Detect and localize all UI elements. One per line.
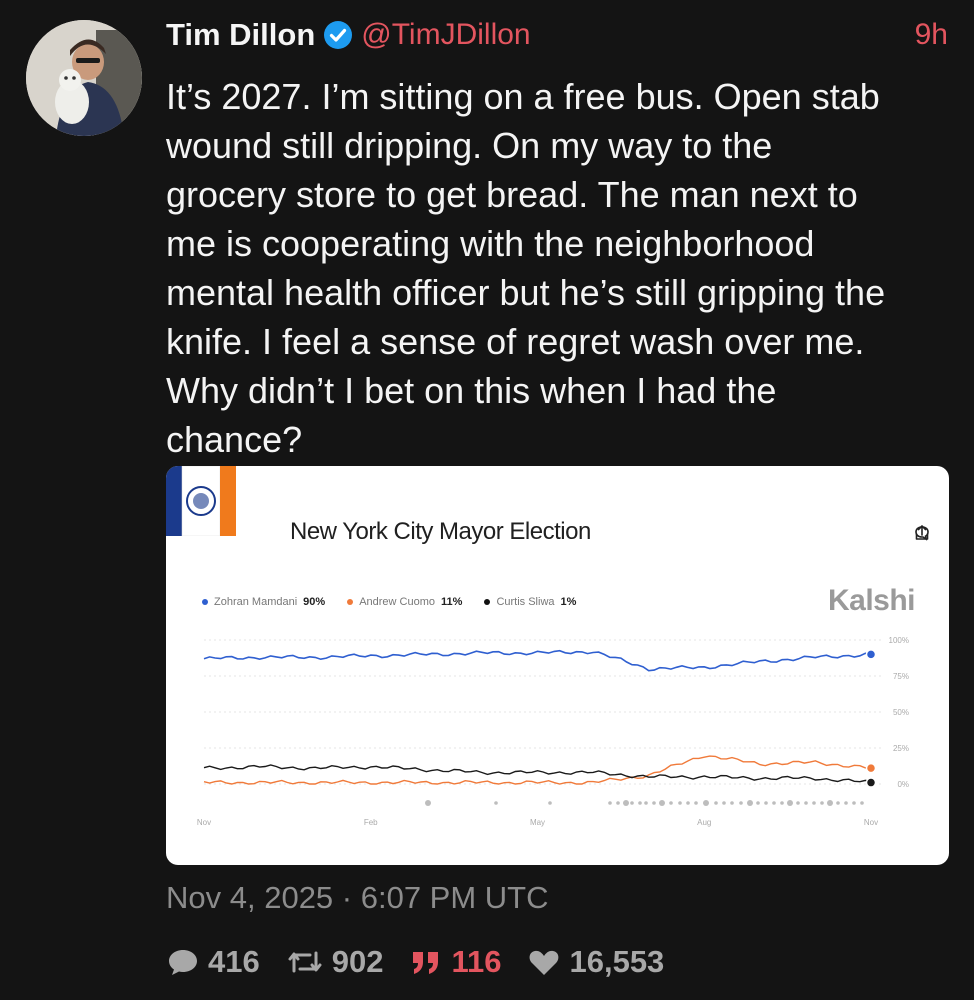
event-marker — [630, 801, 634, 805]
event-marker — [739, 801, 743, 805]
series-line-sliwa — [203, 764, 872, 783]
event-marker — [623, 800, 629, 806]
event-marker — [780, 801, 784, 805]
event-marker — [722, 801, 726, 805]
series-line-mamdani — [203, 649, 872, 672]
quote-button[interactable]: 116 — [409, 944, 501, 980]
heart-icon — [530, 950, 559, 975]
quote-count: 116 — [451, 944, 502, 979]
event-marker — [686, 801, 690, 805]
event-marker — [608, 801, 612, 805]
verified-badge-icon — [324, 21, 353, 49]
like-button[interactable]: 16,553 — [527, 944, 664, 980]
event-marker — [812, 801, 816, 805]
event-marker — [694, 801, 698, 805]
author-name[interactable]: Tim Dillon — [166, 17, 315, 53]
y-tick-label: 50% — [893, 708, 909, 717]
series-end-point — [865, 777, 877, 788]
event-marker — [747, 800, 753, 806]
x-tick-label: Nov — [864, 818, 878, 827]
event-marker — [714, 801, 718, 805]
y-tick-label: 100% — [889, 636, 909, 645]
series-end-point — [865, 762, 877, 774]
embedded-chart-card[interactable]: New York City Mayor Election Zohran Mamd… — [166, 466, 949, 865]
reply-icon — [169, 950, 197, 975]
tweet-time-ago[interactable]: 9h — [915, 18, 948, 52]
event-marker — [772, 801, 776, 805]
retweet-icon — [288, 951, 322, 973]
event-marker — [787, 800, 793, 806]
event-marker — [678, 801, 682, 805]
event-marker — [659, 800, 665, 806]
event-marker — [836, 801, 840, 805]
event-marker — [425, 800, 431, 806]
avatar[interactable] — [26, 20, 142, 136]
event-marker — [844, 801, 848, 805]
x-tick-label: Feb — [364, 818, 378, 827]
event-marker — [548, 801, 552, 805]
event-marker — [852, 801, 856, 805]
event-marker — [730, 801, 734, 805]
quote-icon — [413, 952, 439, 974]
y-tick-label: 25% — [893, 744, 909, 753]
author-handle[interactable]: @TimJDillon — [361, 18, 530, 52]
tweet-text: It’s 2027. I’m sitting on a free bus. Op… — [166, 76, 886, 460]
event-marker — [796, 801, 800, 805]
event-marker — [756, 801, 760, 805]
series-end-point — [865, 649, 877, 660]
retweet-count: 902 — [331, 944, 384, 979]
event-marker — [616, 801, 620, 805]
event-marker — [638, 801, 642, 805]
tweet-timestamp[interactable]: Nov 4, 2025 · 6:07 PM UTC — [166, 880, 549, 916]
event-marker — [804, 801, 808, 805]
engagement-bar: 416 902 116 16,553 — [166, 940, 690, 984]
like-count: 16,553 — [569, 944, 665, 979]
avatar-image — [26, 20, 142, 136]
reply-button[interactable]: 416 — [166, 944, 260, 980]
event-marker — [652, 801, 656, 805]
event-marker — [827, 800, 833, 806]
x-tick-label: Nov — [197, 818, 211, 827]
retweet-button[interactable]: 902 — [286, 944, 384, 980]
event-marker — [820, 801, 824, 805]
x-tick-label: Aug — [697, 818, 711, 827]
y-tick-label: 0% — [897, 780, 909, 789]
event-marker — [703, 800, 709, 806]
reply-count: 416 — [208, 944, 260, 979]
event-marker — [764, 801, 768, 805]
tweet-header: Tim Dillon @TimJDillon 9h — [166, 14, 948, 56]
x-tick-label: May — [530, 818, 545, 827]
event-marker — [644, 801, 648, 805]
event-marker — [860, 801, 864, 805]
event-marker — [669, 801, 673, 805]
y-tick-label: 75% — [893, 672, 909, 681]
event-marker — [494, 801, 498, 805]
line-chart: 100% 75% 50% 25% 0% Nov Feb May Aug Nov — [197, 636, 909, 827]
